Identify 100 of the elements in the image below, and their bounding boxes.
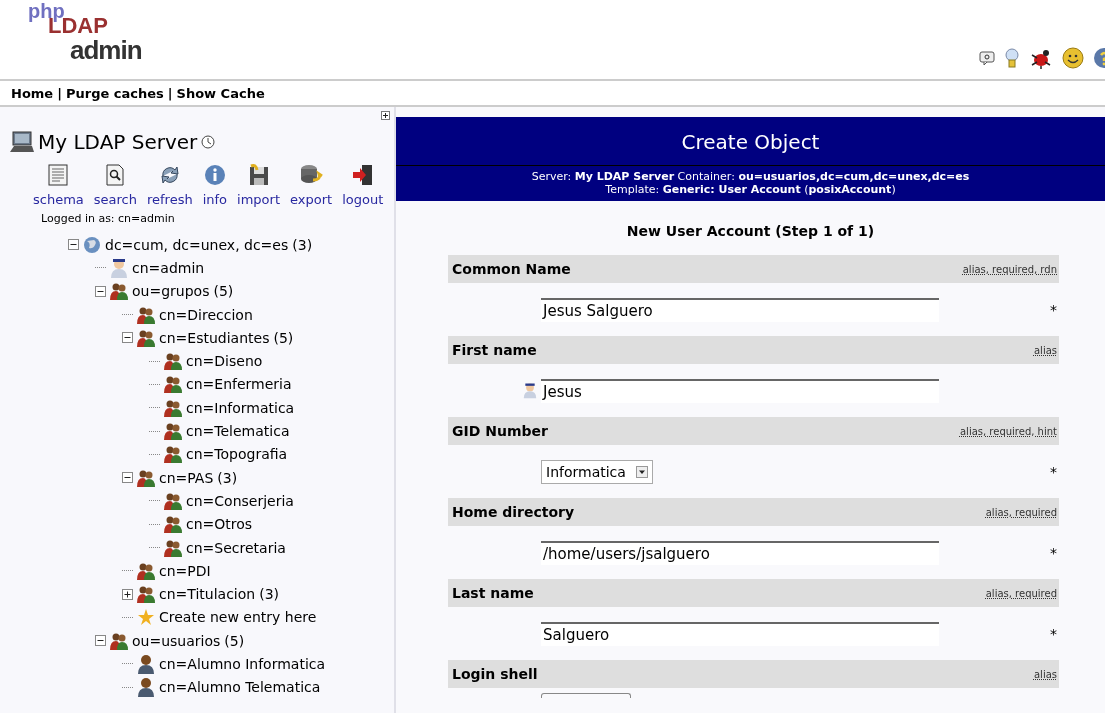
toolbar-link[interactable]: export [290,164,333,207]
group-icon [137,328,155,347]
nav-separator: | [57,85,62,101]
user-icon [137,654,155,674]
clock-icon [201,135,216,149]
tree-toggle-icon[interactable] [122,472,133,484]
tree-entry[interactable]: cn=Estudiantes [159,329,270,346]
tree-entry[interactable]: dc=cum, dc=unex, dc=es [105,236,289,253]
group-icon [137,585,155,604]
group-icon [164,375,182,394]
text-field[interactable]: Jesus Salguero [541,297,939,322]
entry-count: (3) [217,469,238,486]
form-title: New User Account (Step 1 of 1) [625,222,876,242]
tree-toggle-icon[interactable] [122,588,133,600]
tree-entry[interactable]: cn=admin [132,259,205,276]
field-label: Login shell [452,666,538,683]
tree-entry[interactable]: cn=Otros [186,516,253,533]
text-field[interactable]: Jesus [541,378,939,403]
toolbar-link[interactable]: info [202,164,228,207]
tree-entry[interactable]: cn=Diseno [186,353,263,370]
group-icon [137,305,155,324]
tree-toggle-icon[interactable] [95,285,106,297]
page-title: Create Object [396,117,1105,166]
field-flags: alias, required, rdn [962,263,1057,275]
entry-count: (5) [224,632,245,649]
group-icon [164,538,182,557]
tree-toggle-icon[interactable] [122,332,133,344]
entry-count: (5) [273,329,294,346]
nav-link[interactable]: Home [11,85,54,101]
tree-entry[interactable]: cn=PDI [159,562,211,579]
bug-icon[interactable] [1029,47,1053,69]
document-icon [48,164,69,186]
entry-count: (5) [213,283,234,300]
nav-link[interactable]: Show Cache [176,85,265,101]
tree-entry[interactable]: Create new entry here [159,609,317,626]
dropdown[interactable] [541,693,631,699]
search-icon [105,164,126,186]
nav-link[interactable]: Purge caches [65,85,164,101]
field-flags: alias, required [985,587,1057,599]
group-icon [137,561,155,580]
caret-icon [635,465,648,478]
info-icon [203,164,226,186]
entry-count: (3) [292,236,313,253]
toolbar-link[interactable]: search [93,164,137,207]
globe-icon [83,235,101,254]
light-bulb-icon[interactable] [1004,47,1020,69]
required-marker: * [1050,625,1058,642]
computer-icon [10,131,34,153]
group-icon [164,445,182,464]
tree-toggle-icon[interactable] [95,635,106,647]
tree-entry[interactable]: cn=Alumno Telematica [159,679,321,696]
person-icon [110,257,128,278]
group-icon [164,422,182,440]
text-field[interactable]: /home/users/jsalguero [541,540,939,565]
toolbar-link[interactable]: logout [342,164,384,207]
tree-entry[interactable]: cn=Topografia [186,446,288,463]
tree-entry[interactable]: cn=Enfermeria [186,376,292,393]
field-flags: alias, required [985,506,1057,518]
logo: php LDAP admin [27,1,142,67]
group-icon [137,468,155,487]
entry-count: (3) [259,586,279,603]
tree-entry[interactable]: cn=Conserjeria [186,492,294,509]
database-icon [299,164,324,186]
field-label: GID Number [452,423,548,440]
tree-entry[interactable]: cn=Telematica [186,423,290,439]
template-info: Template: Generic: User Account (posixAccount) [604,183,897,197]
field-label: Last name [452,585,534,602]
group-icon [164,515,182,534]
tree-entry[interactable]: cn=Titulacion [159,586,256,603]
expand-icon[interactable] [381,111,390,120]
toolbar-link[interactable]: import [237,164,280,207]
server-info: Server: My LDAP Server Container: ou=usuarios,dc=cum,dc=unex,dc=es [530,170,971,184]
group-icon [110,631,128,650]
tree-entry[interactable]: cn=Secretaria [186,539,286,556]
smiley-icon[interactable] [1062,47,1084,69]
tree-entry[interactable]: ou=grupos [132,283,210,300]
toolbar-link[interactable]: refresh [147,164,193,207]
server-name[interactable]: My LDAP Server [38,130,198,154]
field-flags: alias [1033,668,1057,680]
tree-entry[interactable]: ou=usuarios [132,632,221,649]
tree-entry[interactable]: cn=Alumno Informatica [159,656,326,672]
nav-separator: | [167,85,173,101]
tree-toggle-icon[interactable] [68,239,79,251]
exit-door-icon [351,164,374,186]
toolbar-link[interactable]: schema [33,164,84,207]
text-field[interactable]: Salguero [541,621,939,646]
required-marker: * [1050,463,1058,480]
star-icon [137,608,155,627]
tree-entry[interactable]: cn=Informatica [186,399,295,416]
group-icon [164,491,182,510]
group-icon [110,282,128,301]
tree-entry[interactable]: cn=Direccion [159,306,253,323]
dropdown[interactable]: Informatica [541,459,653,484]
field-flags: alias [1033,344,1057,356]
help-bubble-icon[interactable] [979,50,995,66]
field-label: First name [452,342,537,359]
tree-entry[interactable]: cn=PAS [159,469,214,486]
field-label: Home directory [452,504,575,521]
refresh-icon [158,164,181,186]
required-marker: * [1050,544,1058,561]
